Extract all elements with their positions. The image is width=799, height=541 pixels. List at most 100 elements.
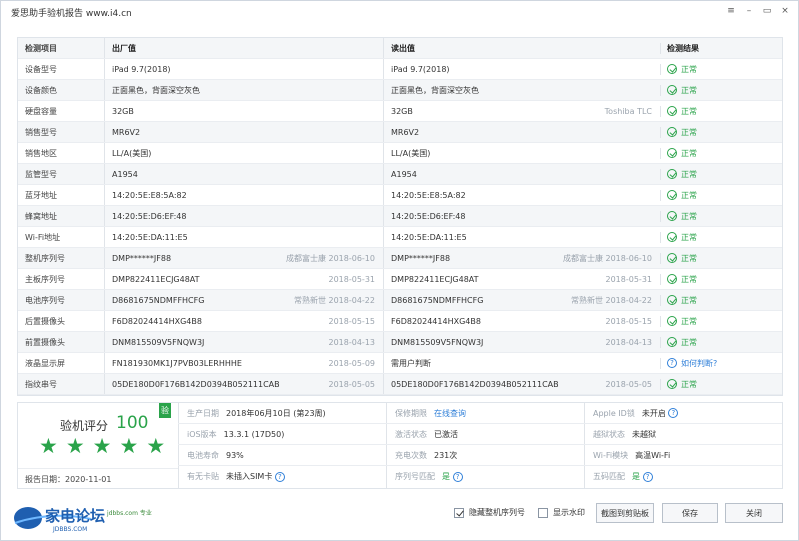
watermark-checkbox[interactable]: 显示水印 bbox=[538, 507, 585, 518]
check-icon bbox=[667, 337, 677, 347]
check-icon bbox=[667, 64, 677, 74]
info-appleid: Apple ID锁 未开启 ? bbox=[584, 403, 782, 424]
row-factory: 14:20:5E:E8:5A:82 bbox=[104, 185, 383, 205]
maximize-icon[interactable]: ▭ bbox=[760, 4, 774, 18]
header-read: 读出值 bbox=[383, 38, 660, 58]
check-icon bbox=[667, 127, 677, 137]
row-item: 前置摄像头 bbox=[25, 337, 65, 347]
read-meta: 成都富士康 2018-06-10 bbox=[562, 253, 652, 263]
window-title: 爱思助手验机报告 www.i4.cn bbox=[11, 8, 132, 19]
result-text: 正常 bbox=[681, 169, 697, 179]
footer-bar: 家电论坛 JDBBS.COM jdbbs.com 专业 隐藏整机序列号 显示水印… bbox=[1, 497, 798, 537]
help-icon[interactable]: ? bbox=[667, 358, 677, 368]
read-value: D8681675NDMFFHCFG bbox=[391, 295, 484, 305]
factory-value: MR6V2 bbox=[112, 127, 141, 137]
row-read: DMP822411ECJG48AT 2018-05-31 bbox=[383, 269, 660, 289]
check-icon bbox=[667, 190, 677, 200]
factory-value: 14:20:5E:D6:EF:48 bbox=[112, 211, 187, 221]
checkbox-icon[interactable] bbox=[454, 507, 464, 518]
table-row: 指纹串号 05DE180D0F176B142D0394B052111CAB 2018… bbox=[18, 374, 782, 395]
check-icon bbox=[667, 148, 677, 158]
row-result: 正常 bbox=[660, 315, 780, 327]
factory-value: 32GB bbox=[112, 106, 134, 116]
summary-panel: 验机评分 100 验 ★ ★ ★ ★ ★ 报告日期：2020-11-01 生产日期 201… bbox=[17, 402, 783, 489]
row-factory: 32GB bbox=[104, 101, 383, 121]
read-value: 正面黑色，背面深空灰色 bbox=[391, 85, 479, 95]
result-text: 正常 bbox=[681, 295, 697, 305]
result-text: 正常 bbox=[681, 85, 697, 95]
save-button[interactable]: 保存 bbox=[662, 503, 718, 523]
svg-text:jdbbs.com 专业: jdbbs.com 专业 bbox=[106, 509, 152, 517]
factory-value: iPad 9.7(2018) bbox=[112, 64, 171, 74]
help-icon[interactable]: ? bbox=[274, 471, 285, 482]
info-mfg-date: 生产日期 2018年06月10日 (第23周) bbox=[178, 403, 386, 424]
row-item: Wi-Fi地址 bbox=[25, 232, 61, 242]
table-row: 前置摄像头 DNM815509V5FNQW3J 2018-04-13 DNM81550… bbox=[18, 332, 782, 353]
row-factory: F6D82024414HXG4B8 2018-05-15 bbox=[104, 311, 383, 331]
row-factory: iPad 9.7(2018) bbox=[104, 59, 383, 79]
checkbox-icon[interactable] bbox=[538, 507, 548, 518]
help-icon[interactable]: ? bbox=[452, 471, 463, 482]
row-factory: MR6V2 bbox=[104, 122, 383, 142]
close-icon[interactable]: × bbox=[778, 4, 792, 18]
table-row: 设备型号 iPad 9.7(2018) iPad 9.7(2018) 正常 bbox=[18, 59, 782, 80]
read-meta: 2018-04-13 bbox=[605, 337, 653, 347]
row-factory: LL/A(美国) bbox=[104, 143, 383, 163]
header-factory: 出厂值 bbox=[104, 38, 383, 58]
info-serial-match: 序列号匹配是 ? bbox=[386, 466, 584, 487]
read-value: iPad 9.7(2018) bbox=[391, 64, 450, 74]
check-table: 检测项目 出厂值 读出值 检测结果 设备型号 iPad 9.7(2018) iPad… bbox=[17, 37, 783, 396]
row-factory: D8681675NDMFFHCFG 常熟新世 2018-04-22 bbox=[104, 290, 383, 310]
row-result: 正常 bbox=[660, 378, 780, 390]
row-result: 正常 bbox=[660, 294, 780, 306]
factory-value: FN181930MK1J7PVB03LERHHHE bbox=[112, 358, 242, 368]
row-item: 蓝牙地址 bbox=[25, 190, 57, 200]
row-factory: 14:20:5E:D6:EF:48 bbox=[104, 206, 383, 226]
row-item: 指纹串号 bbox=[25, 379, 57, 389]
table-row: 监管型号 A1954 A1954 正常 bbox=[18, 164, 782, 185]
read-meta: 2018-05-15 bbox=[605, 316, 653, 326]
row-read: 14:20:5E:DA:11:E5 bbox=[383, 227, 660, 247]
table-row: 销售型号 MR6V2 MR6V2 正常 bbox=[18, 122, 782, 143]
table-row: 设备颜色 正面黑色，背面深空灰色 正面黑色，背面深空灰色 正常 bbox=[18, 80, 782, 101]
title-bar: 爱思助手验机报告 www.i4.cn ≡ – ▭ × bbox=[1, 1, 798, 23]
check-icon bbox=[667, 85, 677, 95]
table-row: 整机序列号 DMP******JF88 成都富士康 2018-06-10 DMP***… bbox=[18, 248, 782, 269]
help-icon[interactable]: ? bbox=[642, 471, 653, 482]
row-read: 05DE180D0F176B142D0394B052111CAB 2018-05-… bbox=[383, 374, 660, 394]
factory-value: DMP******JF88 bbox=[112, 253, 172, 263]
check-icon bbox=[667, 253, 677, 263]
minimize-icon[interactable]: – bbox=[742, 4, 756, 18]
factory-meta: 成都富士康 2018-06-10 bbox=[285, 253, 375, 263]
hide-serial-checkbox[interactable]: 隐藏整机序列号 bbox=[454, 507, 525, 518]
table-row: 液晶显示屏 FN181930MK1J7PVB03LERHHHE 2018-05-09… bbox=[18, 353, 782, 374]
factory-meta: 2018-05-31 bbox=[328, 274, 376, 284]
menu-icon[interactable]: ≡ bbox=[724, 4, 738, 18]
result-link[interactable]: 如何判断? bbox=[681, 358, 717, 369]
table-row: 主板序列号 DMP822411ECJG48AT 2018-05-31 DMP82241… bbox=[18, 269, 782, 290]
result-text: 正常 bbox=[681, 232, 697, 242]
row-read: 14:20:5E:D6:EF:48 bbox=[383, 206, 660, 226]
factory-value: DNM815509V5FNQW3J bbox=[112, 337, 205, 347]
row-read: DNM815509V5FNQW3J 2018-04-13 bbox=[383, 332, 660, 352]
warranty-link[interactable]: 在线查询 bbox=[434, 408, 466, 419]
verified-badge: 验 bbox=[159, 403, 171, 418]
star-icon: ★ bbox=[92, 434, 112, 458]
star-icon: ★ bbox=[39, 434, 58, 458]
result-text: 正常 bbox=[681, 379, 697, 389]
factory-value: F6D82024414HXG4B8 bbox=[112, 316, 202, 326]
row-read: F6D82024414HXG4B8 2018-05-15 bbox=[383, 311, 660, 331]
read-value: DMP822411ECJG48AT bbox=[391, 274, 479, 284]
info-jailbreak: 越狱状态 未越狱 bbox=[584, 424, 782, 445]
factory-meta: 2018-05-15 bbox=[328, 316, 376, 326]
help-icon[interactable]: ? bbox=[668, 408, 679, 418]
factory-meta: 常熟新世 2018-04-22 bbox=[293, 295, 375, 305]
table-row: 蜂窝地址 14:20:5E:D6:EF:48 14:20:5E:D6:EF:48 正常 bbox=[18, 206, 782, 227]
info-activation: 激活状态 已激活 bbox=[386, 424, 584, 445]
result-text: 正常 bbox=[681, 148, 697, 158]
result-text: 正常 bbox=[681, 211, 697, 221]
screenshot-button[interactable]: 截图到剪贴板 bbox=[596, 503, 654, 523]
info-battery: 电池寿命 93% bbox=[178, 445, 386, 466]
check-icon bbox=[667, 232, 677, 242]
close-button[interactable]: 关闭 bbox=[725, 503, 783, 523]
